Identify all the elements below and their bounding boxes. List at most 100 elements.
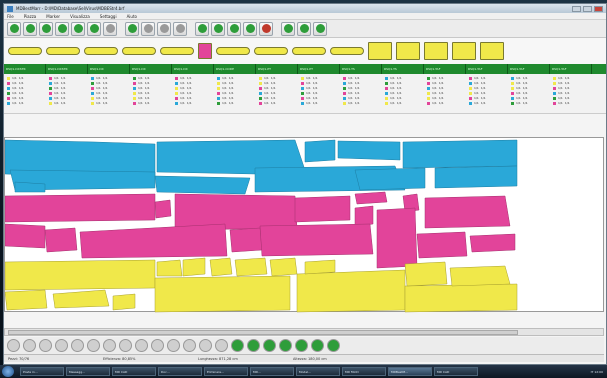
quantity-row[interactable]: 1/1 1/1	[427, 81, 469, 85]
close-button[interactable]	[594, 5, 603, 12]
tool-button[interactable]	[295, 339, 308, 352]
menu-item-piazza[interactable]: Piazza	[24, 14, 37, 19]
quantity-row[interactable]: 1/1 1/1	[133, 91, 175, 95]
piece-thumbnail[interactable]	[46, 47, 80, 55]
piece-thumbnail[interactable]	[254, 47, 288, 55]
piece-thumbnail[interactable]	[198, 43, 212, 59]
menu-item-settaggi[interactable]: Settaggi	[100, 14, 117, 19]
piece-label[interactable]: RSQ1-DXSTR	[46, 64, 88, 74]
quantity-row[interactable]: 1/1 1/1	[469, 91, 511, 95]
piece-thumbnail[interactable]	[330, 47, 364, 55]
tool-button[interactable]	[311, 339, 324, 352]
taskbar-button[interactable]: Posta in...	[20, 367, 64, 376]
taskbar-button[interactable]: MD CAD	[112, 367, 156, 376]
quantity-row[interactable]: 1/1 1/1	[133, 86, 175, 90]
play-button[interactable]	[7, 21, 21, 36]
quantity-row[interactable]: 1/1 1/1	[91, 96, 133, 100]
tool-button[interactable]	[7, 339, 20, 352]
taskbar-button[interactable]: Doc...	[158, 367, 202, 376]
minimize-button[interactable]	[572, 5, 581, 12]
quantity-row[interactable]: 1/1 1/1	[469, 76, 511, 80]
quantity-row[interactable]: 1/1 1/1	[511, 101, 553, 105]
quantity-row[interactable]: 1/1 1/1	[385, 86, 427, 90]
rotate-button[interactable]	[195, 21, 209, 36]
piece-label[interactable]: RSQ1-DX	[88, 64, 130, 74]
quantity-row[interactable]: 1/1 1/1	[511, 86, 553, 90]
quantity-row[interactable]: 1/1 1/1	[259, 76, 301, 80]
select-button[interactable]	[141, 21, 155, 36]
quantity-row[interactable]: 1/1 1/1	[7, 96, 49, 100]
piece-label[interactable]: RSQ1-DX	[172, 64, 214, 74]
piece-thumbnail[interactable]	[452, 42, 476, 60]
quantity-row[interactable]: 1/1 1/1	[217, 81, 259, 85]
quantity-row[interactable]: 1/1 1/1	[91, 86, 133, 90]
quantity-row[interactable]: 1/1 1/1	[427, 96, 469, 100]
system-tray[interactable]: IT 12:00	[591, 370, 607, 374]
quantity-row[interactable]: 1/1 1/1	[217, 76, 259, 80]
taskbar-button[interactable]: MD FACD	[342, 367, 386, 376]
quantity-row[interactable]: 1/1 1/1	[175, 91, 217, 95]
quantity-row[interactable]: 1/1 1/1	[427, 76, 469, 80]
piece-label[interactable]: RSQ1-DXSTR	[4, 64, 46, 74]
quantity-row[interactable]: 1/1 1/1	[7, 86, 49, 90]
quantity-row[interactable]: 1/1 1/1	[49, 91, 91, 95]
quantity-row[interactable]: 1/1 1/1	[553, 86, 595, 90]
tool-button[interactable]	[55, 339, 68, 352]
color-button[interactable]	[259, 21, 273, 36]
piece-thumbnail[interactable]	[368, 42, 392, 60]
quantity-row[interactable]: 1/1 1/1	[553, 81, 595, 85]
quantity-row[interactable]: 1/1 1/1	[49, 86, 91, 90]
quantity-row[interactable]: 1/1 1/1	[217, 96, 259, 100]
piece-thumbnail[interactable]	[480, 42, 504, 60]
tool-button[interactable]	[231, 339, 244, 352]
horizontal-scrollbar[interactable]	[4, 328, 604, 336]
taskbar-button[interactable]: MDBestM...	[388, 367, 432, 376]
piece-thumbnail[interactable]	[292, 47, 326, 55]
quantity-row[interactable]: 1/1 1/1	[553, 91, 595, 95]
quantity-row[interactable]: 1/1 1/1	[427, 91, 469, 95]
taskbar-button[interactable]: Messagg...	[66, 367, 110, 376]
quantity-row[interactable]: 1/1 1/1	[553, 96, 595, 100]
quantity-row[interactable]: 1/1 1/1	[49, 76, 91, 80]
piece-thumbnail[interactable]	[396, 42, 420, 60]
piece-label[interactable]: RSQ1-DX	[130, 64, 172, 74]
quantity-row[interactable]: 1/1 1/1	[343, 101, 385, 105]
quantity-row[interactable]: 1/1 1/1	[343, 91, 385, 95]
quantity-row[interactable]: 1/1 1/1	[553, 101, 595, 105]
quantity-row[interactable]: 1/1 1/1	[7, 101, 49, 105]
quantity-row[interactable]: 1/1 1/1	[469, 101, 511, 105]
menu-item-file[interactable]: File	[7, 14, 14, 19]
quantity-row[interactable]: 1/1 1/1	[553, 76, 595, 80]
quantity-row[interactable]: 1/1 1/1	[49, 81, 91, 85]
quantity-row[interactable]: 1/1 1/1	[301, 91, 343, 95]
start-button[interactable]	[2, 366, 14, 377]
tool-button[interactable]	[327, 339, 340, 352]
tool-button[interactable]	[247, 339, 260, 352]
quantity-row[interactable]: 1/1 1/1	[385, 91, 427, 95]
paste-button[interactable]	[173, 21, 187, 36]
tool-button[interactable]	[119, 339, 132, 352]
tool-button[interactable]	[135, 339, 148, 352]
tool-button[interactable]	[279, 339, 292, 352]
quantity-row[interactable]: 1/1 1/1	[49, 101, 91, 105]
quantity-row[interactable]: 1/1 1/1	[511, 91, 553, 95]
quantity-row[interactable]: 1/1 1/1	[133, 101, 175, 105]
quantity-row[interactable]: 1/1 1/1	[301, 96, 343, 100]
quantity-row[interactable]: 1/1 1/1	[343, 76, 385, 80]
quantity-row[interactable]: 1/1 1/1	[385, 101, 427, 105]
tool-button[interactable]	[199, 339, 212, 352]
quantity-row[interactable]: 1/1 1/1	[511, 76, 553, 80]
quantity-row[interactable]: 1/1 1/1	[133, 96, 175, 100]
quantity-row[interactable]: 1/1 1/1	[7, 76, 49, 80]
quantity-row[interactable]: 1/1 1/1	[343, 81, 385, 85]
layer-button[interactable]	[243, 21, 257, 36]
quantity-row[interactable]: 1/1 1/1	[217, 86, 259, 90]
piece-label[interactable]: RSQ1-PT	[298, 64, 340, 74]
tool-button[interactable]	[183, 339, 196, 352]
piece-label[interactable]: RSQ1-PT	[256, 64, 298, 74]
piece-thumbnail[interactable]	[160, 47, 194, 55]
tool-button[interactable]	[23, 339, 36, 352]
quantity-row[interactable]: 1/1 1/1	[259, 81, 301, 85]
quantity-row[interactable]: 1/1 1/1	[91, 101, 133, 105]
quantity-row[interactable]: 1/1 1/1	[259, 91, 301, 95]
